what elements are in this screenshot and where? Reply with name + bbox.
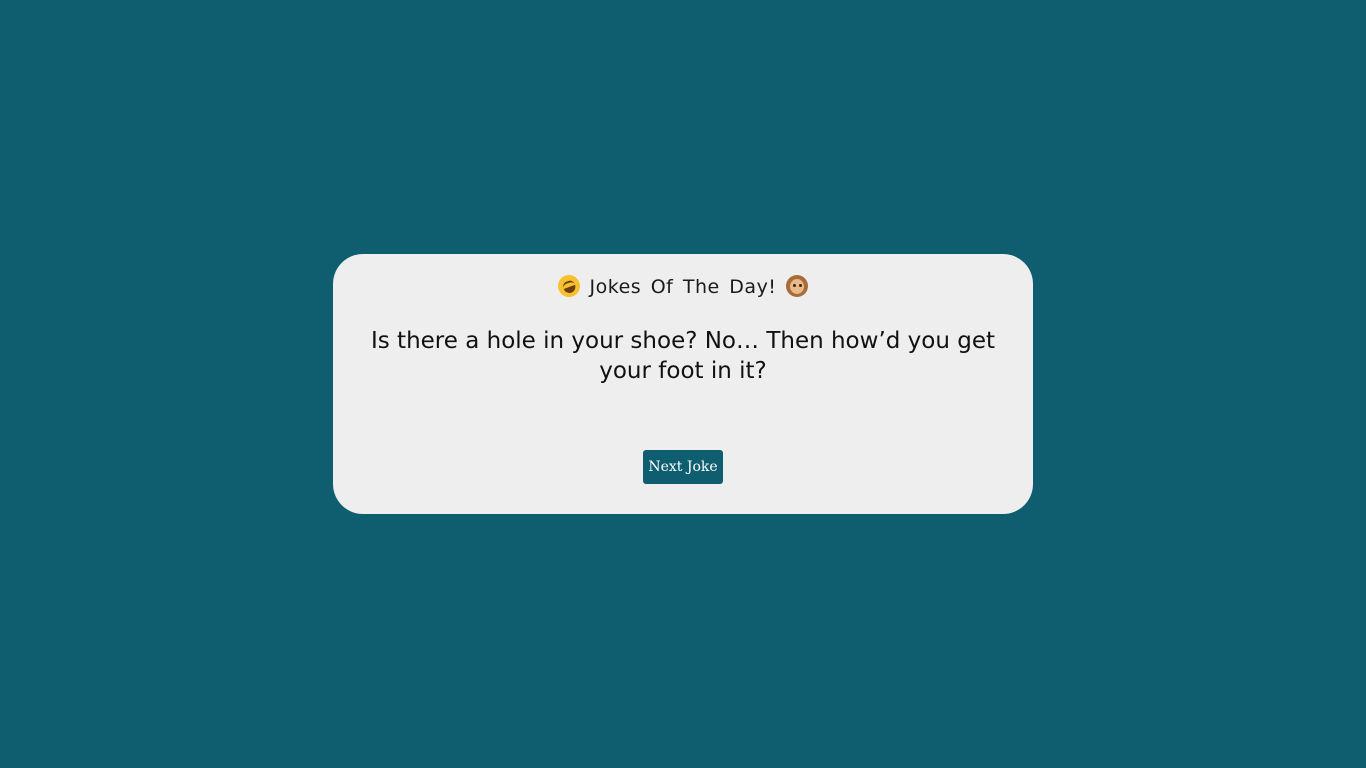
monkey-face-emoji-icon: [785, 275, 808, 297]
rolling-laughing-emoji-icon: [554, 271, 584, 301]
next-joke-button[interactable]: Next Joke: [643, 450, 723, 484]
page-title: Jokes Of The Day!: [333, 271, 1033, 301]
title-text: Jokes Of The Day!: [589, 276, 777, 298]
joke-text: Is there a hole in your shoe? No… Then h…: [370, 328, 996, 384]
